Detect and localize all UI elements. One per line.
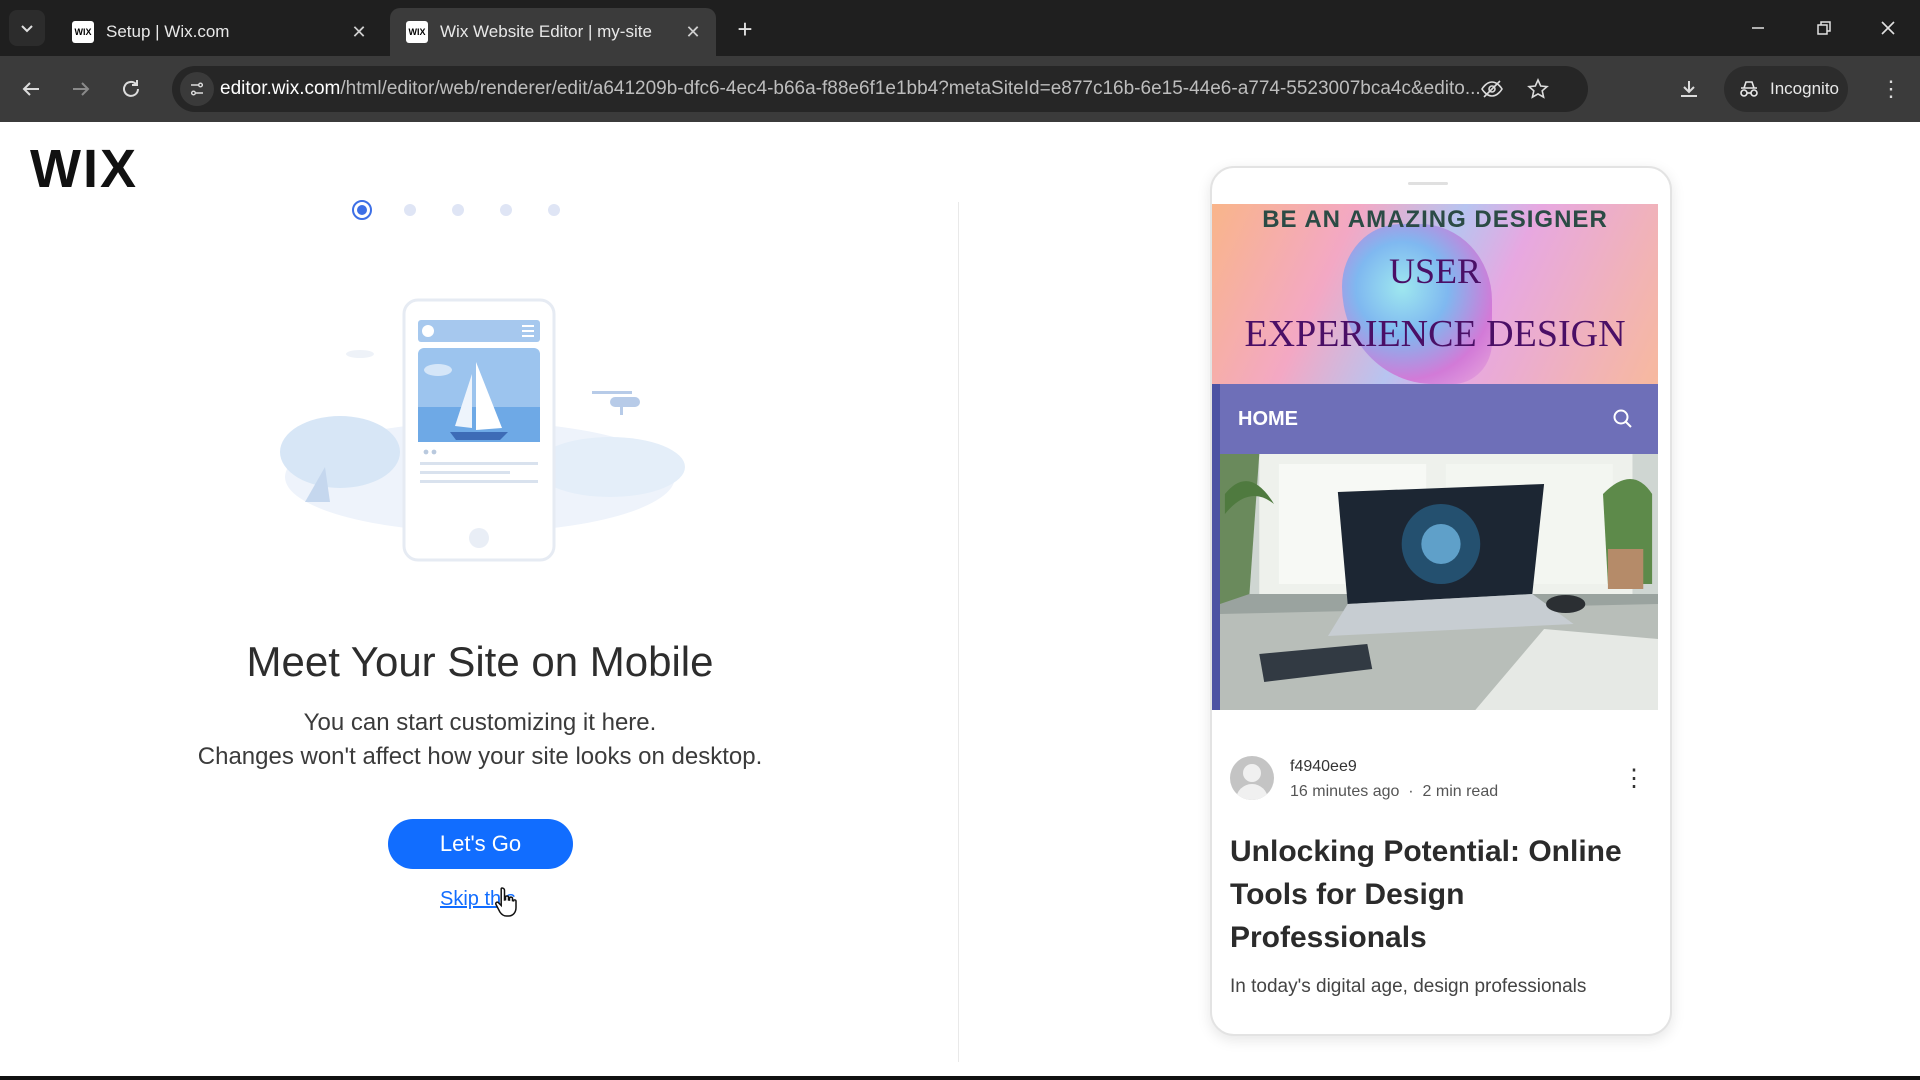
close-icon[interactable]: ✕ bbox=[682, 21, 704, 43]
menu-item-home[interactable]: HOME bbox=[1238, 408, 1298, 431]
screen-bottom-edge bbox=[0, 1076, 1920, 1080]
restore-icon[interactable] bbox=[1802, 10, 1846, 46]
tab-title: Wix Website Editor | my-site bbox=[440, 22, 652, 41]
minimize-icon[interactable] bbox=[1736, 10, 1780, 46]
page-description: You can start customizing it here. Chang… bbox=[80, 706, 880, 774]
post-meta: 16 minutes ago · 2 min read bbox=[1290, 783, 1498, 801]
browser-tab-bar: WIX Setup | Wix.com ✕ WIX Wix Website Ed… bbox=[0, 0, 1920, 56]
incognito-icon bbox=[1740, 81, 1758, 97]
address-bar[interactable]: editor.wix.com/html/editor/web/renderer/… bbox=[172, 66, 1588, 112]
site-banner[interactable]: BE AN AMAZING DESIGNER USER EXPERIENCE D… bbox=[1212, 204, 1658, 384]
star-icon[interactable] bbox=[1524, 75, 1552, 103]
banner-title-line-2: EXPERIENCE DESIGN bbox=[1244, 313, 1626, 355]
wix-favicon-icon: WIX bbox=[406, 21, 428, 43]
browser-menu-icon[interactable]: ⋮ bbox=[1874, 72, 1908, 106]
site-menu-bar: HOME bbox=[1212, 384, 1658, 454]
mobile-site-preview[interactable]: BE AN AMAZING DESIGNER USER EXPERIENCE D… bbox=[1210, 166, 1672, 1036]
step-dot-1[interactable] bbox=[352, 200, 372, 220]
onboarding-step-dots bbox=[352, 200, 560, 220]
forward-arrow-icon[interactable] bbox=[62, 70, 100, 108]
description-line-2: Changes won't affect how your site looks… bbox=[197, 743, 763, 770]
browser-toolbar: editor.wix.com/html/editor/web/renderer/… bbox=[0, 56, 1920, 122]
banner-graphic bbox=[1342, 224, 1492, 384]
chevron-down-icon bbox=[21, 25, 33, 33]
description-line-1: You can start customizing it here. bbox=[303, 709, 657, 736]
tab-editor[interactable]: WIX Wix Website Editor | my-site ✕ bbox=[390, 8, 716, 56]
site-info-icon[interactable] bbox=[180, 72, 214, 106]
hand-pointer-cursor-icon bbox=[495, 887, 517, 917]
window-close-icon[interactable] bbox=[1866, 10, 1910, 46]
download-icon[interactable] bbox=[1670, 70, 1708, 108]
post-cover-image[interactable] bbox=[1212, 454, 1658, 710]
step-dot-5[interactable] bbox=[548, 204, 560, 216]
blog-post-card[interactable]: f4940ee9 16 minutes ago · 2 min read ⋮ U… bbox=[1212, 710, 1670, 1034]
more-options-icon[interactable]: ⋮ bbox=[1622, 764, 1646, 793]
post-author[interactable]: f4940ee9 bbox=[1290, 758, 1357, 776]
post-excerpt: In today's digital age, design professio… bbox=[1230, 976, 1587, 997]
page-title: Meet Your Site on Mobile bbox=[246, 638, 714, 685]
new-tab-button[interactable]: + bbox=[728, 12, 762, 46]
back-arrow-icon[interactable] bbox=[12, 70, 50, 108]
url-path: /html/editor/web/renderer/edit/a641209b-… bbox=[340, 78, 1481, 99]
post-time: 16 minutes ago bbox=[1290, 783, 1400, 800]
lets-go-button[interactable]: Let's Go bbox=[388, 819, 573, 869]
banner-tagline: BE AN AMAZING DESIGNER bbox=[1262, 206, 1608, 233]
step-dot-3[interactable] bbox=[452, 204, 464, 216]
search-icon[interactable] bbox=[1612, 408, 1634, 430]
phone-notch bbox=[1408, 182, 1448, 185]
post-title[interactable]: Unlocking Potential: Online Tools for De… bbox=[1230, 830, 1640, 959]
post-read-time: 2 min read bbox=[1422, 783, 1499, 800]
author-avatar[interactable] bbox=[1230, 756, 1274, 800]
incognito-indicator[interactable]: Incognito bbox=[1724, 66, 1848, 112]
tab-title: Setup | Wix.com bbox=[106, 22, 230, 41]
tab-search-button[interactable] bbox=[9, 10, 45, 46]
wix-favicon-icon: WIX bbox=[72, 21, 94, 43]
step-dot-2[interactable] bbox=[404, 204, 416, 216]
mobile-onboarding-page: WIX Meet Your Site on Mobile You can sta… bbox=[0, 122, 1920, 1080]
incognito-label: Incognito bbox=[1770, 79, 1839, 98]
tab-setup[interactable]: WIX Setup | Wix.com ✕ bbox=[56, 8, 382, 56]
meta-separator: · bbox=[1403, 783, 1419, 800]
url-host: editor.wix.com bbox=[220, 78, 341, 99]
mobile-phone-illustration bbox=[280, 298, 685, 562]
banner-title-line-1: USER bbox=[1388, 251, 1482, 291]
panel-divider bbox=[958, 202, 959, 1062]
step-dot-4[interactable] bbox=[500, 204, 512, 216]
url-text: editor.wix.com/html/editor/web/renderer/… bbox=[220, 78, 1550, 100]
eye-slash-icon[interactable] bbox=[1478, 75, 1506, 103]
wix-logo: WIX bbox=[30, 139, 138, 199]
reload-icon[interactable] bbox=[112, 70, 150, 108]
close-icon[interactable]: ✕ bbox=[348, 21, 370, 43]
